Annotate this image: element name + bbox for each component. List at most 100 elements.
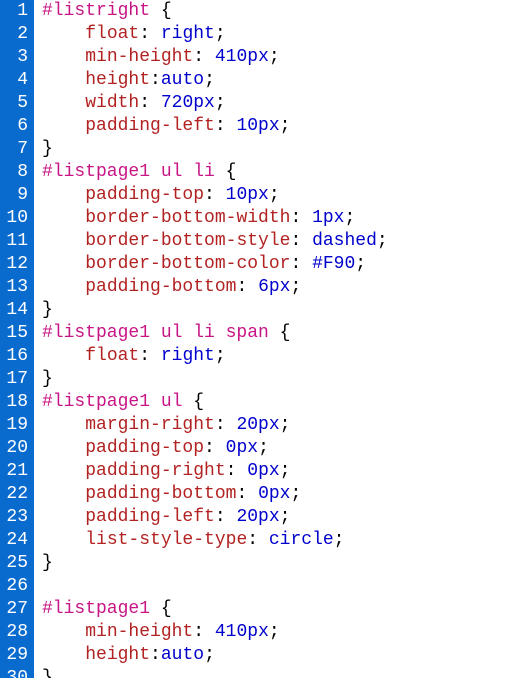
token-punct: } [42, 369, 53, 389]
token-punct: : [215, 415, 237, 435]
code-line[interactable]: } [42, 368, 510, 391]
token-punct: ; [204, 70, 215, 90]
line-number: 8 [4, 161, 28, 184]
code-line[interactable]: border-bottom-color: #F90; [42, 253, 510, 276]
token-prop: padding-left [85, 116, 215, 136]
code-line[interactable]: #listpage1 { [42, 598, 510, 621]
token-val: right [161, 24, 215, 44]
token-punct: ; [269, 185, 280, 205]
code-line[interactable]: height:auto; [42, 644, 510, 667]
line-number: 29 [4, 644, 28, 667]
token-val: 10px [226, 185, 269, 205]
code-line[interactable]: #listright { [42, 0, 510, 23]
code-line[interactable]: list-style-type: circle; [42, 529, 510, 552]
code-line[interactable]: height:auto; [42, 69, 510, 92]
code-line[interactable]: padding-top: 0px; [42, 437, 510, 460]
code-line[interactable]: #listpage1 ul li span { [42, 322, 510, 345]
token-prop: height [85, 645, 150, 665]
token-val: 6px [258, 277, 290, 297]
line-number: 16 [4, 345, 28, 368]
token-prop: min-height [85, 47, 193, 67]
token-punct: { [193, 392, 204, 412]
code-editor: 1234567891011121314151617181920212223242… [0, 0, 510, 678]
token-val: dashed [312, 231, 377, 251]
code-line[interactable]: } [42, 667, 510, 678]
token-punct: } [42, 553, 53, 573]
token-punct: : [204, 185, 226, 205]
token-punct: { [161, 1, 172, 21]
code-line[interactable]: float: right; [42, 345, 510, 368]
token-punct: : [215, 507, 237, 527]
code-line[interactable]: #listpage1 ul li { [42, 161, 510, 184]
code-line[interactable]: min-height: 410px; [42, 46, 510, 69]
token-punct: : [150, 645, 161, 665]
token-punct: ; [280, 461, 291, 481]
token-punct: : [247, 530, 269, 550]
code-line[interactable]: padding-left: 20px; [42, 506, 510, 529]
token-punct: { [226, 162, 237, 182]
token-punct: : [139, 93, 161, 113]
token-prop: list-style-type [85, 530, 247, 550]
token-punct: } [42, 300, 53, 320]
token-punct: : [193, 47, 215, 67]
token-sel: #listpage1 [42, 599, 161, 619]
code-line[interactable]: min-height: 410px; [42, 621, 510, 644]
code-line[interactable]: } [42, 552, 510, 575]
line-number: 23 [4, 506, 28, 529]
line-number: 18 [4, 391, 28, 414]
line-number: 13 [4, 276, 28, 299]
token-val: circle [269, 530, 334, 550]
token-punct: : [204, 438, 226, 458]
code-line[interactable]: width: 720px; [42, 92, 510, 115]
token-prop: margin-right [85, 415, 215, 435]
code-line[interactable]: padding-left: 10px; [42, 115, 510, 138]
token-punct: ; [290, 484, 301, 504]
token-punct: ; [377, 231, 388, 251]
token-punct: ; [290, 277, 301, 297]
token-val: 410px [215, 622, 269, 642]
line-number: 22 [4, 483, 28, 506]
token-punct: } [42, 668, 53, 678]
code-line[interactable]: border-bottom-width: 1px; [42, 207, 510, 230]
token-punct: : [236, 484, 258, 504]
code-line[interactable] [42, 575, 510, 598]
token-val: right [161, 346, 215, 366]
token-punct: ; [204, 645, 215, 665]
line-number: 19 [4, 414, 28, 437]
line-number-gutter: 1234567891011121314151617181920212223242… [0, 0, 34, 678]
token-val: 20px [236, 507, 279, 527]
code-line[interactable]: padding-top: 10px; [42, 184, 510, 207]
token-prop: border-bottom-color [85, 254, 290, 274]
code-line[interactable]: padding-right: 0px; [42, 460, 510, 483]
code-line[interactable]: margin-right: 20px; [42, 414, 510, 437]
token-sel: #listright [42, 1, 161, 21]
line-number: 21 [4, 460, 28, 483]
token-prop: padding-top [85, 185, 204, 205]
token-val: auto [161, 645, 204, 665]
token-punct: ; [355, 254, 366, 274]
token-punct: : [236, 277, 258, 297]
token-punct: ; [334, 530, 345, 550]
code-line[interactable]: #listpage1 ul { [42, 391, 510, 414]
line-number: 30 [4, 667, 28, 678]
token-punct: { [161, 599, 172, 619]
code-line[interactable]: border-bottom-style: dashed; [42, 230, 510, 253]
line-number: 11 [4, 230, 28, 253]
code-line[interactable]: padding-bottom: 0px; [42, 483, 510, 506]
token-prop: padding-bottom [85, 277, 236, 297]
token-punct: : [290, 208, 312, 228]
token-prop: border-bottom-style [85, 231, 290, 251]
code-area[interactable]: #listright { float: right; min-height: 4… [34, 0, 510, 678]
line-number: 4 [4, 69, 28, 92]
token-punct: ; [280, 415, 291, 435]
code-line[interactable]: } [42, 299, 510, 322]
code-line[interactable]: float: right; [42, 23, 510, 46]
token-punct: : [193, 622, 215, 642]
token-val: 10px [236, 116, 279, 136]
code-line[interactable]: padding-bottom: 6px; [42, 276, 510, 299]
token-punct: { [280, 323, 291, 343]
token-val: 0px [258, 484, 290, 504]
token-prop: float [85, 24, 139, 44]
code-line[interactable]: } [42, 138, 510, 161]
line-number: 14 [4, 299, 28, 322]
